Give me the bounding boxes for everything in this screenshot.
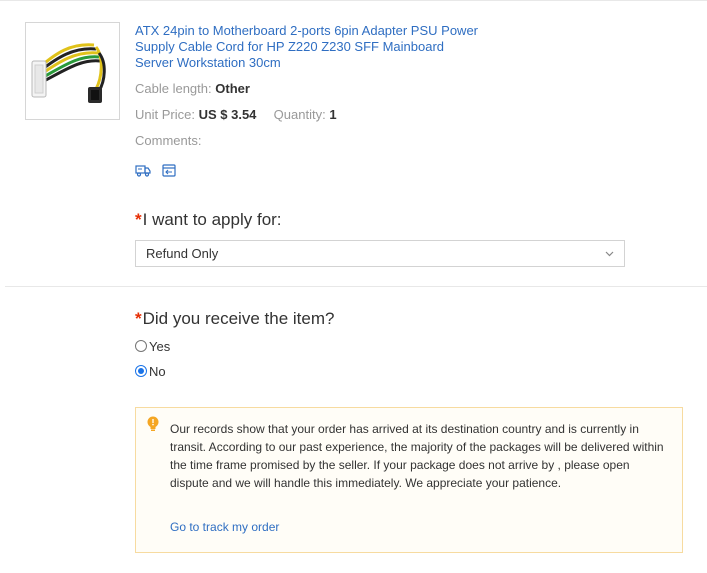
product-thumbnail[interactable] [25,22,120,120]
received-yes-label: Yes [149,338,171,354]
top-divider [0,0,707,1]
item-action-icons [135,162,177,178]
required-mark: * [135,210,142,229]
apply-for-selected-value: Refund Only [146,246,219,261]
received-yes-radio[interactable] [135,340,147,352]
comments-label: Comments: [135,133,202,148]
shipping-truck-icon[interactable] [135,162,151,178]
notice-text: Our records show that your order has arr… [170,422,664,490]
unit-price-label: Unit Price: [135,107,195,122]
cable-image-icon [31,43,106,103]
required-mark: * [135,309,142,328]
received-no-option[interactable]: No [135,363,166,379]
transit-notice: Our records show that your order has arr… [135,407,683,553]
price-quantity-row: Unit Price: US $ 3.54 Quantity: 1 [135,107,337,123]
received-no-radio[interactable] [135,365,147,377]
received-label: Did you receive the item? [142,309,335,328]
return-box-icon[interactable] [161,162,177,178]
unit-price-value: US $ 3.54 [198,107,257,122]
section-divider [5,286,707,287]
cable-length-value: Other [215,81,250,96]
apply-for-select[interactable]: Refund Only [135,240,625,267]
quantity-label: Quantity: [273,107,326,122]
quantity-value: 1 [329,107,337,122]
chevron-down-icon [605,251,614,257]
lightbulb-icon [147,416,159,431]
received-yes-option[interactable]: Yes [135,338,170,354]
cable-length-label: Cable length: [135,81,212,96]
track-order-link[interactable]: Go to track my order [170,520,279,534]
apply-for-label: I want to apply for: [142,210,282,229]
apply-for-heading: *I want to apply for: [135,210,282,230]
received-no-label: No [149,363,166,379]
cable-length-row: Cable length: Other [135,81,250,97]
received-heading: *Did you receive the item? [135,309,334,329]
product-title-link[interactable]: ATX 24pin to Motherboard 2-ports 6pin Ad… [135,23,485,71]
